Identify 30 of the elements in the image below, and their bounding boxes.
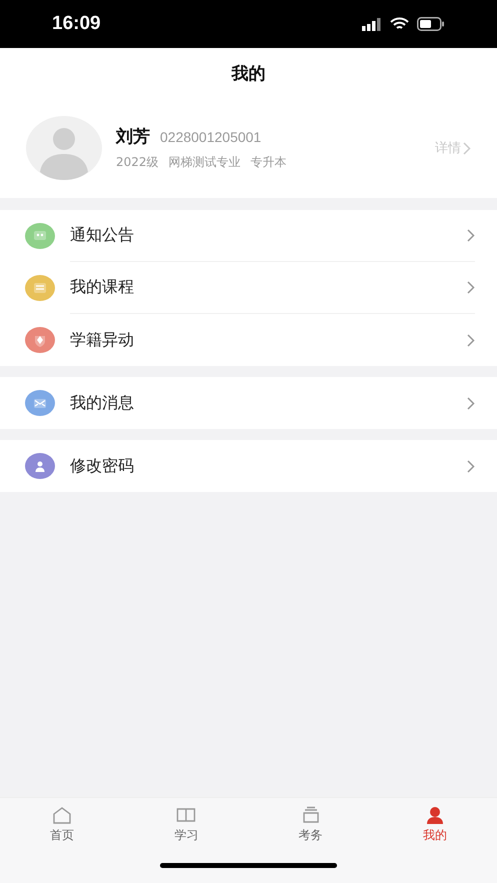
chevron-icon [467,460,475,472]
book-icon [176,806,196,824]
student-name: 刘芳 [116,126,150,148]
page-title: 我的 [232,62,266,84]
chevron-icon [467,281,475,294]
tab[interactable]: 我的 [372,806,497,844]
chevron-icon [467,229,475,242]
tray-icon [300,806,321,824]
menu-item[interactable]: 学籍异动 [0,314,497,366]
person-icon [424,806,445,824]
tab[interactable]: 考务 [248,806,373,844]
menu-item[interactable]: 修改密码 [0,440,497,492]
profile-tag: 专升本 [250,154,287,171]
tab[interactable]: 学习 [124,806,248,844]
chevron-icon [463,142,471,154]
profile-tag: 网梯测试专业 [168,154,241,171]
tab[interactable]: 首页 [0,806,124,844]
signal-icon [362,18,382,30]
menu-item[interactable]: 我的课程 [0,262,497,314]
menu-item[interactable]: 我的消息 [0,377,497,429]
profile-tag: 2022级 [116,154,159,171]
menu-item[interactable]: 通知公告 [0,210,497,262]
chevron-icon [467,396,475,410]
wifi-icon [390,17,409,31]
status-time: 16:09 [52,13,101,35]
student-id: 0228001205001 [160,129,262,145]
battery-icon [417,17,445,31]
chevron-icon [467,334,475,346]
home-icon [52,806,72,824]
avatar-icon [26,116,102,180]
